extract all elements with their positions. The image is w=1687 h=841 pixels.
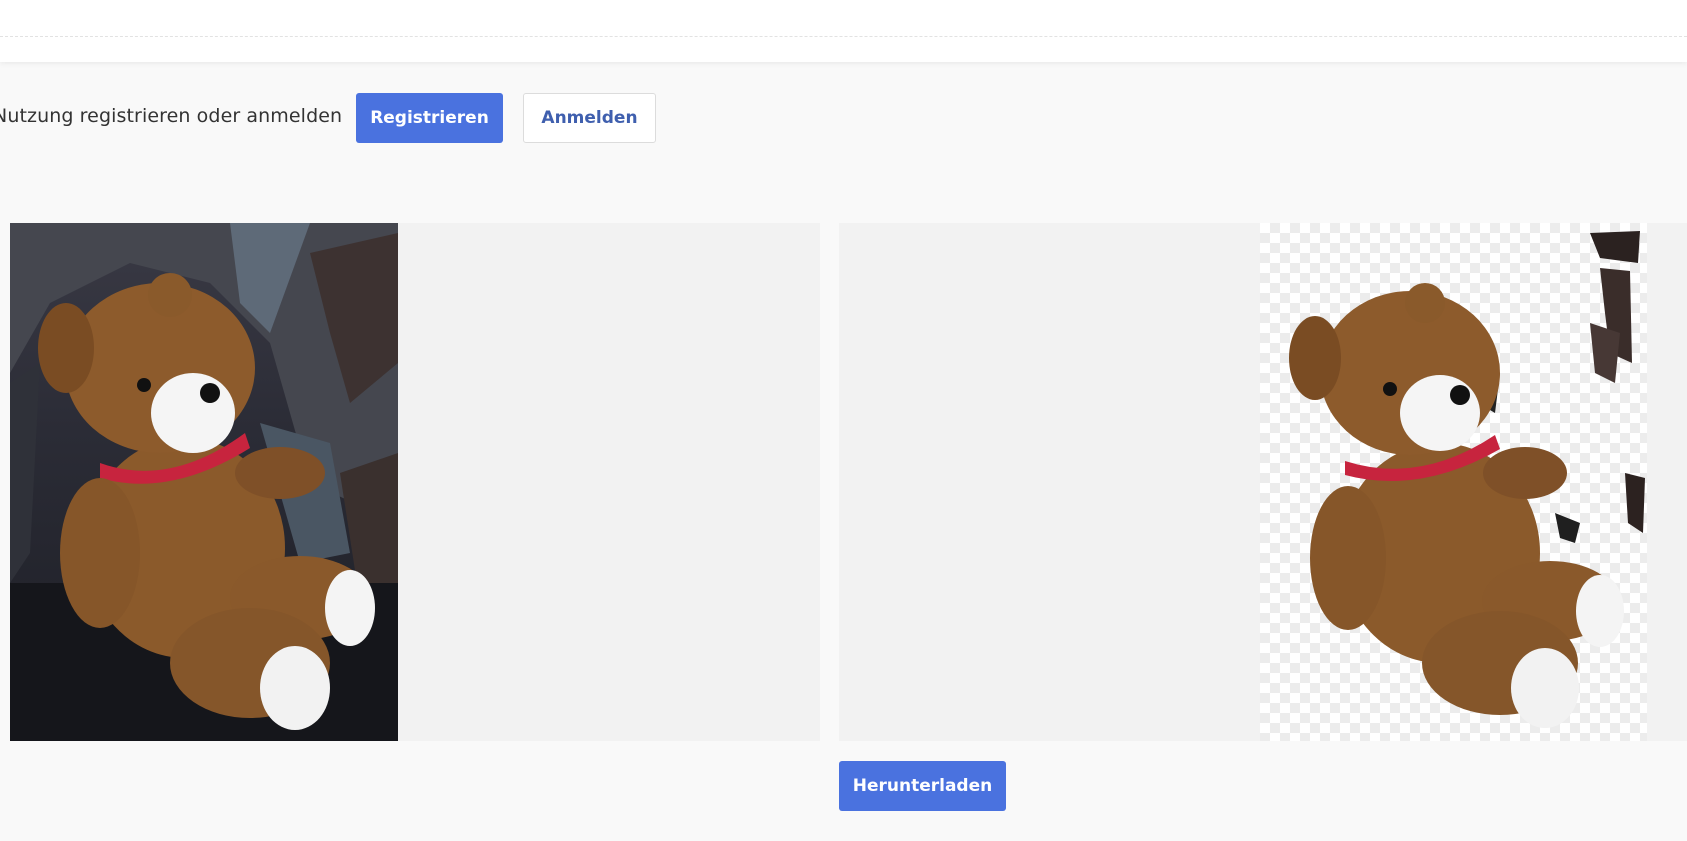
register-button[interactable]: Registrieren [356, 93, 503, 143]
teddy-bear-cutout-icon [1289, 231, 1645, 728]
login-button[interactable]: Anmelden [523, 93, 656, 143]
download-button[interactable]: Herunterladen [839, 761, 1006, 811]
teddy-bear-photo-icon [10, 223, 398, 741]
result-image [1260, 223, 1647, 741]
auth-prompt-text: Nutzung registrieren oder anmelden [0, 105, 343, 127]
original-image-panel [10, 223, 820, 741]
original-image [10, 223, 398, 741]
header-divider [0, 36, 1687, 37]
result-image-panel [839, 223, 1687, 741]
top-header-bar [0, 0, 1687, 62]
